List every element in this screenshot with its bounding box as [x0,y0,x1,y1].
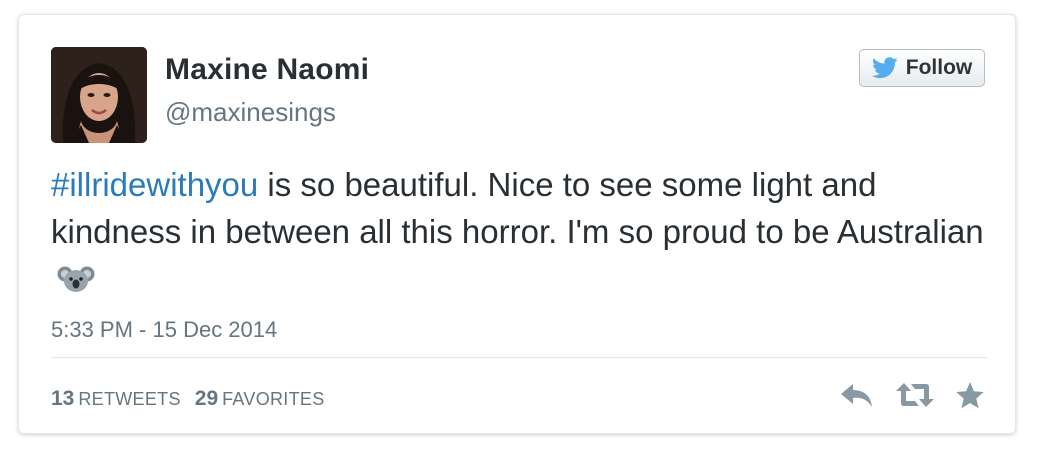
avatar[interactable] [51,47,147,143]
hashtag-link[interactable]: #illridewithyou [51,166,258,203]
retweet-icon[interactable] [895,381,935,409]
favorite-icon[interactable] [955,381,985,409]
timestamp[interactable]: 5:33 PM - 15 Dec 2014 [51,317,277,343]
retweets-count: 13 [51,387,75,410]
tweet-card: Maxine Naomi @maxinesings Follow #illrid… [18,14,1016,434]
screen-name[interactable]: @maxinesings [165,97,336,128]
favorites-stat[interactable]: 29 FAVORITES [195,387,325,411]
twitter-bird-icon [871,57,898,79]
tweet-stats: 13 RETWEETS 29 FAVORITES [51,387,325,411]
favorites-count: 29 [194,387,219,410]
divider [51,357,987,358]
reply-icon[interactable] [839,381,875,409]
retweets-label: RETWEETS [78,389,181,409]
follow-label: Follow [905,56,973,79]
tweet-actions [839,381,985,409]
retweets-stat[interactable]: 13 RETWEETS [51,387,181,411]
follow-button[interactable]: Follow [859,49,985,87]
koala-icon [57,259,95,306]
tweet-text: #illridewithyou is so beautiful. Nice to… [51,161,991,306]
display-name[interactable]: Maxine Naomi [165,53,369,87]
favorites-label: FAVORITES [222,389,325,409]
